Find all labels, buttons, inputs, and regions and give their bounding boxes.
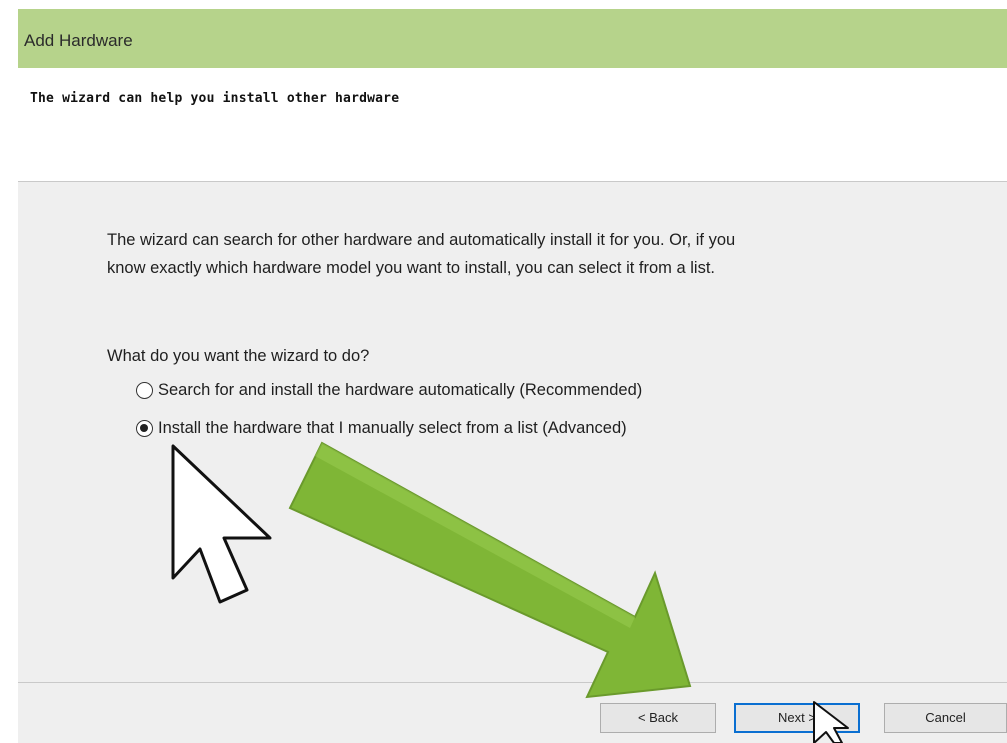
description-line-2: know exactly which hardware model you wa… [107,259,716,277]
wizard-description: The wizard can search for other hardware… [107,226,927,282]
wizard-body: The wizard can search for other hardware… [18,182,1007,682]
radio-label-automatic[interactable]: Search for and install the hardware auto… [158,381,642,400]
title-bar: Add Hardware [18,9,1007,68]
wizard-header: The wizard can help you install other ha… [18,68,1007,182]
description-line-1: The wizard can search for other hardware… [107,231,736,249]
wizard-question: What do you want the wizard to do? [107,347,370,365]
radio-option-manual[interactable]: Install the hardware that I manually sel… [136,419,627,438]
add-hardware-window: Add Hardware The wizard can help you ins… [18,9,1007,743]
wizard-footer: < Back Next > Cancel [18,683,1007,743]
radio-button-automatic[interactable] [136,382,153,399]
radio-button-manual[interactable] [136,420,153,437]
radio-label-manual[interactable]: Install the hardware that I manually sel… [158,419,627,438]
window-title: Add Hardware [24,31,133,50]
radio-option-automatic[interactable]: Search for and install the hardware auto… [136,381,642,400]
back-button[interactable]: < Back [600,703,716,733]
cancel-button[interactable]: Cancel [884,703,1007,733]
wizard-header-title: The wizard can help you install other ha… [30,91,400,106]
next-button[interactable]: Next > [734,703,860,733]
